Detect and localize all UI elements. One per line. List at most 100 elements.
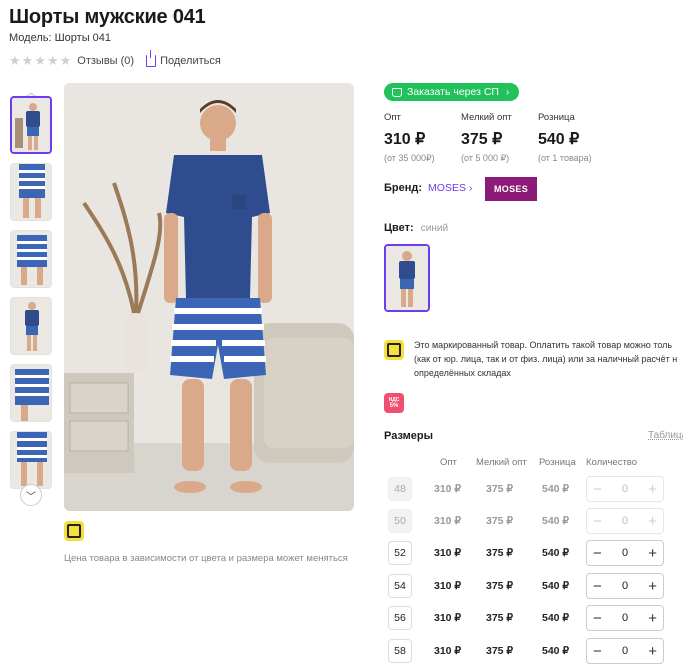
quantity-stepper[interactable]: − 0 +: [586, 573, 664, 599]
marking-icon: [384, 340, 404, 360]
price-tier-value: 540 ₽: [538, 131, 580, 148]
size-label: 56: [388, 606, 412, 630]
minus-icon[interactable]: −: [593, 644, 602, 659]
quantity-value[interactable]: 0: [622, 612, 628, 624]
brand-label: Бренд:: [384, 182, 423, 194]
plus-icon[interactable]: +: [648, 514, 657, 529]
minus-icon[interactable]: −: [593, 611, 602, 626]
share-label: Поделиться: [160, 54, 221, 67]
quantity-stepper[interactable]: − 0 +: [586, 476, 664, 502]
marking-notice-line: определённых складах: [414, 368, 511, 378]
chevron-right-icon: ›: [505, 86, 510, 98]
quantity-value[interactable]: 0: [622, 483, 628, 495]
column-header-opt: Опт: [440, 457, 457, 468]
size-label: 58: [388, 639, 412, 663]
price-tier-small-opt: Мелкий опт 375 ₽ (от 5 000 ₽): [461, 112, 538, 164]
quantity-value[interactable]: 0: [622, 547, 628, 559]
column-header-qty: Количество: [586, 457, 638, 468]
marking-icon: [64, 521, 84, 541]
brand-name: MOSES: [428, 182, 466, 194]
quantity-stepper[interactable]: − 0 +: [586, 605, 664, 631]
column-header-retail: Розница: [539, 457, 576, 468]
size-price-opt: 310 ₽: [434, 515, 462, 527]
size-price-opt: 310 ₽: [434, 547, 462, 559]
size-price-small-opt: 375 ₽: [486, 612, 514, 624]
minus-icon[interactable]: −: [593, 482, 602, 497]
page-title: Шорты мужские 041: [9, 6, 206, 28]
size-price-retail: 540 ₽: [542, 612, 570, 624]
size-row: 48 310 ₽ 375 ₽ 540 ₽ − 0 +: [384, 476, 683, 503]
chevron-up-icon[interactable]: ︿: [21, 84, 41, 99]
size-price-small-opt: 375 ₽: [486, 645, 514, 657]
thumbnail[interactable]: [10, 297, 52, 355]
size-row: 54 310 ₽ 375 ₽ 540 ₽ − 0 +: [384, 573, 683, 600]
minus-icon[interactable]: −: [593, 579, 602, 594]
thumbnail[interactable]: [10, 431, 52, 489]
size-price-retail: 540 ₽: [542, 515, 570, 527]
price-tier-condition: (от 5 000 ₽): [461, 153, 510, 163]
size-table-link[interactable]: Таблица: [648, 430, 683, 441]
rating-stars[interactable]: ★ ★ ★ ★ ★: [9, 54, 71, 67]
star-icon: ★: [9, 53, 21, 68]
size-price-opt: 310 ₽: [434, 483, 462, 495]
quantity-value[interactable]: 0: [622, 580, 628, 592]
quantity-stepper[interactable]: − 0 +: [586, 540, 664, 566]
size-label: 50: [388, 509, 412, 533]
plus-icon[interactable]: +: [648, 579, 657, 594]
thumbnail[interactable]: [10, 163, 52, 221]
size-label: 48: [388, 477, 412, 501]
nds-badge: НДС 5%: [384, 393, 404, 413]
size-price-opt: 310 ₽: [434, 645, 462, 657]
reviews-link[interactable]: Отзывы (0): [77, 55, 134, 67]
chevron-down-icon[interactable]: ﹀: [20, 484, 42, 506]
brand-link[interactable]: MOSES ›: [428, 182, 472, 194]
price-tier-value: 310 ₽: [384, 131, 426, 148]
minus-icon[interactable]: −: [593, 546, 602, 561]
plus-icon[interactable]: +: [648, 482, 657, 497]
color-option[interactable]: [384, 244, 430, 312]
quantity-stepper[interactable]: − 0 +: [586, 508, 664, 534]
thumbnail[interactable]: [10, 230, 52, 288]
quantity-value[interactable]: 0: [622, 515, 628, 527]
price-tier-label: Опт: [384, 112, 401, 123]
size-price-small-opt: 375 ₽: [486, 547, 514, 559]
sizes-title: Размеры: [384, 430, 434, 442]
price-tier-value: 375 ₽: [461, 131, 503, 148]
cart-icon: [392, 87, 402, 97]
color-row: Цвет: синий: [384, 222, 448, 234]
minus-icon[interactable]: −: [593, 514, 602, 529]
share-icon: [146, 49, 157, 67]
thumbnail[interactable]: [10, 364, 52, 422]
size-price-retail: 540 ₽: [542, 483, 570, 495]
size-price-small-opt: 375 ₽: [486, 515, 514, 527]
size-price-small-opt: 375 ₽: [486, 580, 514, 592]
share-button[interactable]: Поделиться: [146, 49, 221, 67]
color-label: Цвет:: [384, 222, 414, 234]
plus-icon[interactable]: +: [648, 644, 657, 659]
order-via-sp-button[interactable]: Заказать через СП ›: [384, 83, 520, 101]
column-header-small-opt: Мелкий опт: [476, 457, 527, 468]
main-product-image[interactable]: [64, 83, 354, 511]
star-icon: ★: [59, 53, 72, 68]
size-price-retail: 540 ₽: [542, 547, 570, 559]
size-row: 52 310 ₽ 375 ₽ 540 ₽ − 0 +: [384, 540, 683, 567]
marking-notice: Это маркированный товар. Оплатить такой …: [414, 338, 683, 380]
quantity-value[interactable]: 0: [622, 645, 628, 657]
plus-icon[interactable]: +: [648, 611, 657, 626]
price-note: Цена товара в зависимости от цвета и раз…: [64, 553, 348, 564]
star-icon: ★: [21, 53, 34, 68]
size-label: 52: [388, 541, 412, 565]
nds-rate: 5%: [389, 403, 399, 409]
model-label: Модель: Шорты 041: [9, 32, 112, 44]
quantity-stepper[interactable]: − 0 +: [586, 638, 664, 664]
size-row: 58 310 ₽ 375 ₽ 540 ₽ − 0 +: [384, 638, 683, 665]
price-tier-label: Розница: [538, 112, 575, 123]
thumbnail[interactable]: [10, 96, 52, 154]
size-price-opt: 310 ₽: [434, 580, 462, 592]
price-tier-retail: Розница 540 ₽ (от 1 товара): [538, 112, 615, 164]
thumbnail-strip: ︿ ﹀: [9, 84, 53, 510]
plus-icon[interactable]: +: [648, 546, 657, 561]
marking-notice-line: (как от юр. лица, так и от физ. лица) ил…: [414, 354, 678, 364]
star-icon: ★: [46, 53, 59, 68]
brand-logo[interactable]: MOSES: [485, 177, 537, 201]
